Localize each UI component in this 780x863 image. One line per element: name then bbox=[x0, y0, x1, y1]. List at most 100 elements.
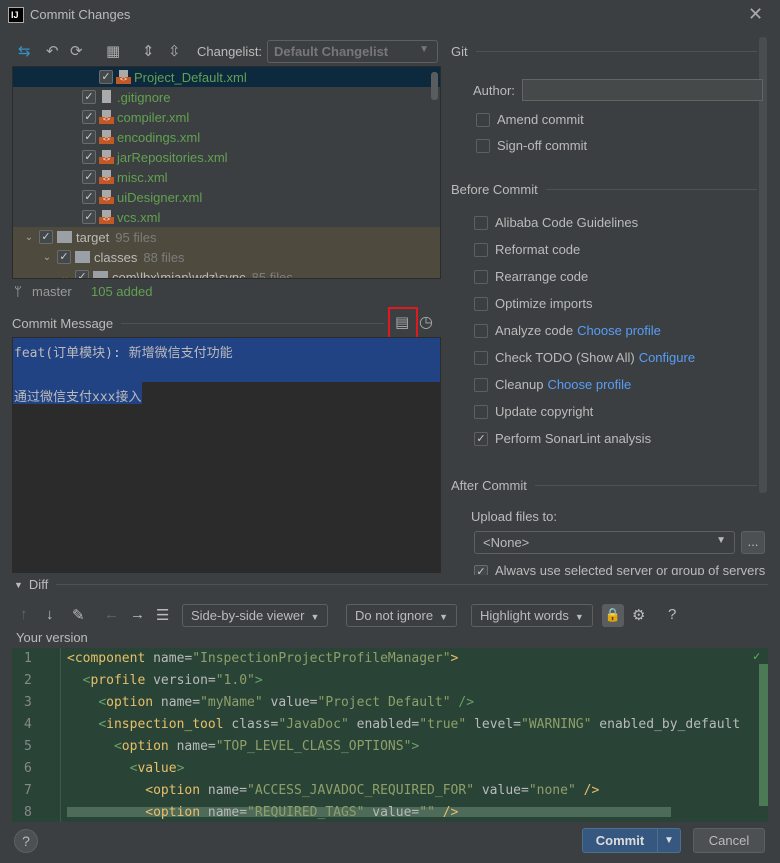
viewer-select[interactable]: Side-by-side viewer ▼ bbox=[182, 604, 329, 627]
commit-button[interactable]: Commit ▼ bbox=[582, 828, 681, 853]
rollback-icon[interactable]: ↶ bbox=[46, 42, 59, 60]
amend-commit-checkbox[interactable]: Amend commit bbox=[476, 112, 584, 127]
before-commit-option[interactable]: Analyze code Choose profile bbox=[474, 323, 661, 338]
tree-row[interactable]: ⌄ ✓ com\lbx\mian\wdz\sync 85 files bbox=[13, 267, 440, 279]
option-label: Check TODO (Show All) bbox=[495, 350, 635, 365]
checkbox[interactable]: ✓ bbox=[82, 170, 96, 184]
author-input[interactable] bbox=[522, 79, 763, 101]
checkbox[interactable] bbox=[474, 404, 488, 419]
changes-tree[interactable]: ✓ <> Project_Default.xml ✓ .gitignore ✓ <> comp… bbox=[12, 66, 441, 279]
before-commit-option[interactable]: Reformat code bbox=[474, 242, 580, 257]
tree-row[interactable]: ✓ .gitignore bbox=[13, 87, 440, 107]
commit-options-chevron-icon[interactable]: ▼ bbox=[657, 829, 680, 852]
file-name: .gitignore bbox=[117, 89, 171, 105]
tree-row[interactable]: ✓ <> uiDesigner.xml bbox=[13, 187, 440, 207]
tree-scrollbar[interactable] bbox=[431, 72, 438, 100]
diff-section[interactable]: ▼ Diff bbox=[14, 577, 768, 592]
before-commit-option[interactable]: Alibaba Code Guidelines bbox=[474, 215, 638, 230]
signoff-commit-checkbox[interactable]: Sign-off commit bbox=[476, 138, 587, 153]
collapse-triangle-icon[interactable]: ▼ bbox=[14, 580, 23, 590]
checkbox[interactable] bbox=[474, 323, 488, 338]
commit-template-icon[interactable]: ▤ bbox=[395, 313, 409, 331]
checkbox[interactable] bbox=[474, 377, 488, 392]
chevron-down-icon[interactable]: ⌄ bbox=[57, 272, 73, 279]
lock-icon[interactable]: 🔒 bbox=[602, 604, 624, 627]
option-link[interactable]: Choose profile bbox=[577, 323, 661, 338]
xml-file-icon: <> bbox=[99, 150, 114, 164]
tree-row[interactable]: ⌄ ✓ classes 88 files bbox=[13, 247, 440, 267]
prev-file-icon[interactable]: ← bbox=[104, 606, 119, 623]
cancel-button[interactable]: Cancel bbox=[693, 828, 765, 853]
checkbox[interactable]: ✓ bbox=[82, 130, 96, 144]
ignore-select[interactable]: Do not ignore ▼ bbox=[346, 604, 457, 627]
group-by-icon[interactable]: ▦ bbox=[106, 42, 120, 60]
tree-row[interactable]: ✓ <> vcs.xml bbox=[13, 207, 440, 227]
tree-row[interactable]: ✓ <> Project_Default.xml bbox=[13, 67, 440, 87]
help-button[interactable]: ? bbox=[14, 829, 38, 853]
option-link[interactable]: Choose profile bbox=[547, 377, 631, 392]
highlight-select[interactable]: Highlight words ▼ bbox=[471, 604, 593, 627]
settings-gear-icon[interactable]: ⚙ bbox=[632, 606, 645, 624]
commit-message-input[interactable]: feat(订单模块): 新增微信支付功能 通过微信支付xxx接入 bbox=[12, 337, 441, 573]
browse-servers-button[interactable]: ... bbox=[741, 531, 765, 554]
checkbox[interactable]: ✓ bbox=[82, 110, 96, 124]
checkbox[interactable]: ✓ bbox=[82, 210, 96, 224]
branch-icon: ᛘ bbox=[14, 284, 22, 299]
checkbox[interactable] bbox=[476, 112, 490, 127]
before-commit-option[interactable]: Optimize imports bbox=[474, 296, 593, 311]
options-scrollbar[interactable] bbox=[759, 37, 767, 493]
close-icon[interactable]: ✕ bbox=[748, 4, 763, 25]
checkbox[interactable]: ✓ bbox=[82, 150, 96, 164]
checkbox[interactable]: ✓ bbox=[99, 70, 113, 84]
after-commit-label: After Commit bbox=[451, 478, 527, 493]
window-title: Commit Changes bbox=[30, 7, 131, 22]
checkbox[interactable]: ✓ bbox=[474, 431, 488, 446]
prev-diff-icon[interactable]: ↑ bbox=[20, 606, 28, 623]
diff-editor[interactable]: ✓ 1 <component name="InspectionProjectPro… bbox=[12, 648, 768, 822]
before-commit-option[interactable]: Check TODO (Show All) Configure bbox=[474, 350, 695, 365]
checkbox[interactable]: ✓ bbox=[75, 270, 89, 278]
diff-help-icon[interactable]: ? bbox=[668, 606, 676, 623]
checkbox[interactable] bbox=[474, 242, 488, 257]
tree-row[interactable]: ✓ <> encodings.xml bbox=[13, 127, 440, 147]
file-list-icon[interactable]: ☰ bbox=[156, 606, 169, 624]
expand-all-icon[interactable]: ⇕ bbox=[142, 42, 155, 60]
checkbox[interactable] bbox=[476, 138, 490, 153]
xml-file-icon: <> bbox=[99, 130, 114, 144]
collapse-all-icon[interactable]: ⇳ bbox=[168, 42, 181, 60]
checkbox[interactable] bbox=[474, 215, 488, 230]
next-file-icon[interactable]: → bbox=[130, 606, 145, 623]
option-link[interactable]: Configure bbox=[639, 350, 695, 365]
before-commit-option[interactable]: Cleanup Choose profile bbox=[474, 377, 631, 392]
checkbox[interactable]: ✓ bbox=[39, 230, 53, 244]
message-line-3: 通过微信支付xxx接入 bbox=[13, 382, 143, 405]
checkbox[interactable]: ✓ bbox=[82, 90, 96, 104]
checkbox[interactable] bbox=[474, 296, 488, 311]
edit-source-icon[interactable]: ✎ bbox=[72, 606, 85, 624]
tree-row[interactable]: ✓ <> misc.xml bbox=[13, 167, 440, 187]
chevron-down-icon: ▼ bbox=[716, 535, 726, 546]
chevron-down-icon[interactable]: ⌄ bbox=[39, 252, 55, 263]
tree-row[interactable]: ✓ <> compiler.xml bbox=[13, 107, 440, 127]
checkbox[interactable]: ✓ bbox=[82, 190, 96, 204]
tree-row[interactable]: ✓ <> jarRepositories.xml bbox=[13, 147, 440, 167]
checkbox[interactable] bbox=[474, 269, 488, 284]
show-diff-icon[interactable]: ⇆ bbox=[18, 42, 31, 60]
history-icon[interactable]: ◷ bbox=[419, 312, 433, 332]
file-name: classes bbox=[94, 249, 138, 265]
always-use-server-checkbox[interactable]: ✓ Always use selected server or group of … bbox=[474, 565, 766, 575]
checkbox[interactable]: ✓ bbox=[474, 565, 488, 575]
before-commit-option[interactable]: ✓ Perform SonarLint analysis bbox=[474, 431, 651, 446]
before-commit-option[interactable]: Update copyright bbox=[474, 404, 593, 419]
editor-scrollbar[interactable] bbox=[759, 664, 768, 806]
checkbox[interactable]: ✓ bbox=[57, 250, 71, 264]
before-commit-option[interactable]: Rearrange code bbox=[474, 269, 588, 284]
tree-row[interactable]: ⌄ ✓ target 95 files bbox=[13, 227, 440, 247]
chevron-down-icon[interactable]: ⌄ bbox=[21, 232, 37, 243]
changelist-select[interactable]: Default Changelist ▼ bbox=[267, 40, 438, 63]
upload-select[interactable]: <None> ▼ bbox=[474, 531, 735, 554]
line-number: 8 bbox=[24, 805, 32, 820]
checkbox[interactable] bbox=[474, 350, 488, 365]
refresh-icon[interactable]: ⟳ bbox=[70, 42, 83, 60]
next-diff-icon[interactable]: ↓ bbox=[46, 606, 54, 623]
